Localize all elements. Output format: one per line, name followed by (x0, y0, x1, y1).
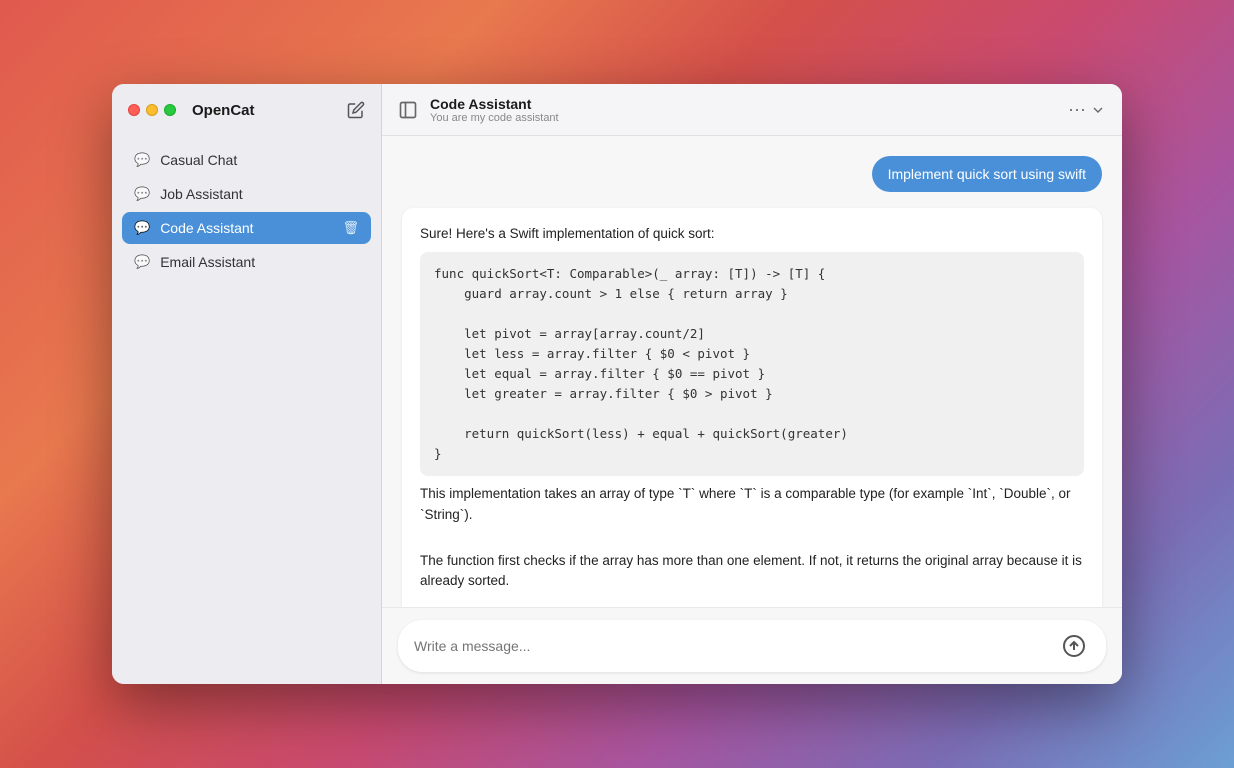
minimize-button[interactable] (146, 104, 158, 116)
close-button[interactable] (128, 104, 140, 116)
assistant-name: Code Assistant (430, 96, 559, 112)
explanation-1: This implementation takes an array of ty… (420, 484, 1084, 525)
sidebar-item-casual-chat[interactable]: 💬 Casual Chat (122, 144, 371, 176)
app-window: OpenCat 💬 Casual Chat 💬 Job Assistant 💬 … (112, 84, 1122, 684)
explanation-2: The function first checks if the array h… (420, 551, 1084, 592)
sidebar-item-label: Code Assistant (160, 220, 253, 236)
assistant-message: Sure! Here's a Swift implementation of q… (402, 208, 1102, 607)
maximize-button[interactable] (164, 104, 176, 116)
sidebar-item-code-assistant[interactable]: 💬 Code Assistant 🗑 (122, 212, 371, 244)
sidebar-item-label: Job Assistant (160, 186, 243, 202)
more-options-button[interactable]: ··· (1068, 99, 1106, 120)
app-title: OpenCat (192, 102, 255, 119)
assistant-subtitle: You are my code assistant (430, 112, 559, 124)
more-dots-icon: ··· (1068, 99, 1086, 120)
sidebar: OpenCat 💬 Casual Chat 💬 Job Assistant 💬 … (112, 84, 382, 684)
message-input[interactable] (414, 638, 1048, 654)
sidebar-item-label: Casual Chat (160, 152, 237, 168)
user-message-wrapper: Implement quick sort using swift (402, 156, 1102, 192)
code-block: func quickSort<T: Comparable>(_ array: [… (420, 252, 1084, 476)
sidebar-item-job-assistant[interactable]: 💬 Job Assistant (122, 178, 371, 210)
chat-icon: 💬 (134, 220, 150, 236)
chat-icon: 💬 (134, 186, 150, 202)
delete-chat-button[interactable]: 🗑 (342, 220, 359, 236)
main-content: Code Assistant You are my code assistant… (382, 84, 1122, 684)
user-message: Implement quick sort using swift (872, 156, 1102, 192)
sidebar-titlebar: OpenCat (112, 84, 381, 136)
traffic-lights (128, 104, 176, 116)
messages-area[interactable]: Implement quick sort using swift Sure! H… (382, 136, 1122, 607)
send-button[interactable] (1058, 630, 1090, 662)
input-wrapper (398, 620, 1106, 672)
sidebar-item-label: Email Assistant (160, 254, 255, 270)
new-chat-button[interactable] (347, 101, 365, 119)
sidebar-toggle-button[interactable] (398, 100, 418, 120)
sidebar-list: 💬 Casual Chat 💬 Job Assistant 💬 Code Ass… (112, 136, 381, 286)
main-titlebar: Code Assistant You are my code assistant… (382, 84, 1122, 136)
input-area (382, 607, 1122, 684)
header-actions: ··· (1068, 99, 1106, 120)
chat-icon: 💬 (134, 254, 150, 270)
assistant-info: Code Assistant You are my code assistant (430, 96, 559, 124)
chat-icon: 💬 (134, 152, 150, 168)
assistant-intro: Sure! Here's a Swift implementation of q… (420, 224, 1084, 244)
sidebar-item-email-assistant[interactable]: 💬 Email Assistant (122, 246, 371, 278)
